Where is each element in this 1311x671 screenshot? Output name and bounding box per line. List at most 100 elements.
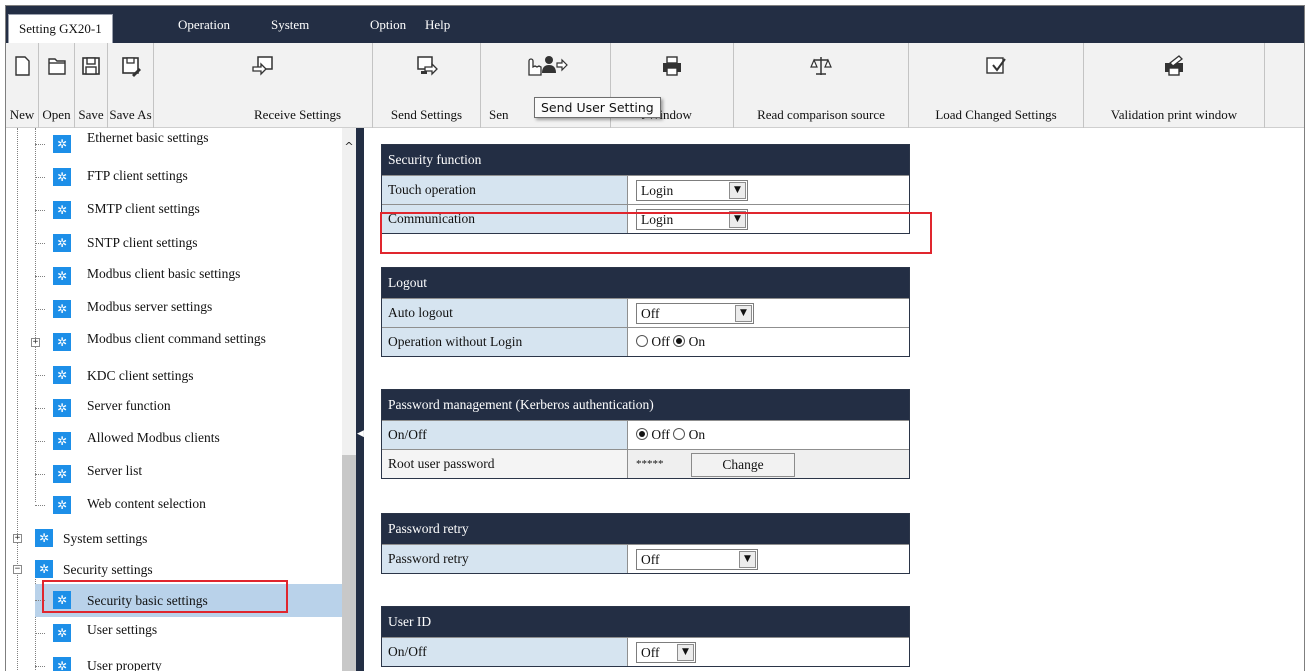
scroll-up-icon[interactable]: ^ xyxy=(342,140,356,154)
select-value: Off xyxy=(641,306,660,321)
tree-item-kdc-client[interactable]: ✲ KDC client settings xyxy=(35,359,342,392)
tree-item-allowed-modbus-clients[interactable]: ✲ Allowed Modbus clients xyxy=(35,425,342,458)
send-settings-label: Send Settings xyxy=(390,107,463,122)
select-value: Off xyxy=(641,645,660,660)
tree-item-system-settings[interactable]: + ✲ System settings xyxy=(6,522,342,555)
open-label: Open xyxy=(42,107,71,122)
radio-off[interactable] xyxy=(636,335,648,347)
tooltip: Send User Setting xyxy=(534,97,661,118)
tree-item-ethernet-basic[interactable]: ✲ Ethernet basic settings xyxy=(35,128,342,161)
row-operation-without-login: Operation without Login Off On xyxy=(382,327,909,356)
section-title: User ID xyxy=(382,607,909,637)
section-password-management: Password management (Kerberos authentica… xyxy=(381,389,910,479)
menu-operation[interactable]: Operation xyxy=(178,6,230,43)
receive-settings-label: Receive Settings xyxy=(254,107,342,122)
field-label: Root user password xyxy=(382,450,628,478)
gear-icon: ✲ xyxy=(53,496,71,514)
tree-item-ftp-client[interactable]: ✲ FTP client settings xyxy=(35,161,342,194)
menu-option[interactable]: Option xyxy=(370,6,406,43)
menu-bar: Setting GX20-1 Operation System Option H… xyxy=(6,6,1304,43)
radio-off-label: Off xyxy=(651,427,670,442)
select-value: Login xyxy=(641,183,674,198)
radio-off[interactable] xyxy=(636,428,648,440)
tree-scrollbar[interactable]: ^ xyxy=(342,128,356,671)
field-label: On/Off xyxy=(382,638,628,666)
print-icon xyxy=(663,56,681,76)
field-label: Auto logout xyxy=(382,299,628,327)
touch-operation-select[interactable]: Login ▼ xyxy=(636,180,748,201)
tree-item-modbus-client-basic[interactable]: ✲ Modbus client basic settings xyxy=(35,260,342,293)
tree-item-label: Ethernet basic settings xyxy=(87,130,209,145)
gear-icon: ✲ xyxy=(53,465,71,483)
validation-print-icon xyxy=(1165,55,1183,76)
panel-splitter[interactable]: ◀ xyxy=(356,128,364,671)
collapse-panel-icon[interactable]: ◀ xyxy=(357,423,364,445)
open-folder-icon xyxy=(47,58,66,75)
select-value: Off xyxy=(641,552,660,567)
tree-item-label: Allowed Modbus clients xyxy=(87,430,220,445)
change-password-button[interactable]: Change xyxy=(691,453,795,477)
chevron-down-icon: ▼ xyxy=(739,551,756,568)
radio-off-label: Off xyxy=(651,334,670,349)
load-changed-settings-button[interactable]: Load Changed Settings xyxy=(909,43,1084,128)
radio-on-label: On xyxy=(688,334,706,349)
read-comparison-source-button[interactable]: Read comparison source xyxy=(734,43,909,128)
field-label: Touch operation xyxy=(382,176,628,204)
chevron-down-icon: ▼ xyxy=(735,305,752,322)
save-icon xyxy=(82,57,100,75)
chevron-down-icon: ▼ xyxy=(677,644,694,661)
collapse-icon[interactable]: − xyxy=(13,565,22,574)
gear-icon: ✲ xyxy=(53,135,71,153)
section-password-retry: Password retry Password retry Off ▼ xyxy=(381,513,910,574)
receive-settings-icon xyxy=(252,56,273,76)
tree-item-label: SMTP client settings xyxy=(87,201,200,216)
tree-item-smtp-client[interactable]: ✲ SMTP client settings xyxy=(35,194,342,227)
section-logout: Logout Auto logout Off ▼ Operation withou… xyxy=(381,267,910,357)
save-button[interactable]: Save xyxy=(75,43,108,128)
toolbar: New Open Save Save As Receive Settings S… xyxy=(6,43,1304,128)
load-changed-icon xyxy=(986,57,1006,74)
receive-settings-button[interactable]: Receive Settings xyxy=(154,43,373,128)
menu-help[interactable]: Help xyxy=(425,6,450,43)
settings-content: Security function Touch operation Login ▼… xyxy=(364,128,1304,671)
password-retry-select[interactable]: Off ▼ xyxy=(636,549,758,570)
expand-icon[interactable]: + xyxy=(31,338,40,347)
tree-item-user-settings[interactable]: ✲ User settings xyxy=(35,617,342,650)
highlight-security-basic-settings xyxy=(42,580,288,613)
auto-logout-select[interactable]: Off ▼ xyxy=(636,303,754,324)
tree-item-label: Modbus server settings xyxy=(87,299,213,314)
tree-item-label: Modbus client command settings xyxy=(87,331,266,346)
validation-print-window-button[interactable]: Validation print window xyxy=(1084,43,1265,128)
field-label: On/Off xyxy=(382,421,628,449)
tree-item-sntp-client[interactable]: ✲ SNTP client settings xyxy=(35,227,342,260)
new-label: New xyxy=(9,107,35,122)
tab-setting-gx20-1[interactable]: Setting GX20-1 xyxy=(8,14,113,43)
send-settings-button[interactable]: Send Settings xyxy=(373,43,481,128)
gear-icon: ✲ xyxy=(35,560,53,578)
tree-item-web-content-selection[interactable]: ✲ Web content selection xyxy=(35,489,342,522)
save-as-label: Save As xyxy=(109,107,152,122)
expand-icon[interactable]: + xyxy=(13,534,22,543)
radio-on[interactable] xyxy=(673,335,686,347)
tree-item-modbus-client-command[interactable]: + ✲ Modbus client command settings xyxy=(23,326,342,359)
open-button[interactable]: Open xyxy=(39,43,75,128)
save-as-icon xyxy=(121,57,141,77)
user-id-select[interactable]: Off ▼ xyxy=(636,642,696,663)
radio-on[interactable] xyxy=(673,428,686,440)
radio-on-label: On xyxy=(688,427,706,442)
new-button[interactable]: New xyxy=(6,43,39,128)
section-title: Password management (Kerberos authentica… xyxy=(382,390,909,420)
section-title: Password retry xyxy=(382,514,909,544)
scales-icon xyxy=(810,57,832,75)
gear-icon: ✲ xyxy=(53,333,71,351)
tree-item-user-property[interactable]: ✲ User property xyxy=(35,650,342,671)
validation-print-window-label: Validation print window xyxy=(1110,107,1238,122)
tree-item-label: SNTP client settings xyxy=(87,235,198,250)
tree-item-label: Server list xyxy=(87,463,143,478)
scrollbar-thumb[interactable] xyxy=(342,455,356,671)
menu-system[interactable]: System xyxy=(271,6,309,43)
load-changed-settings-label: Load Changed Settings xyxy=(935,107,1057,122)
section-title: Security function xyxy=(382,145,909,175)
gear-icon: ✲ xyxy=(53,399,71,417)
save-as-button[interactable]: Save As xyxy=(108,43,154,128)
